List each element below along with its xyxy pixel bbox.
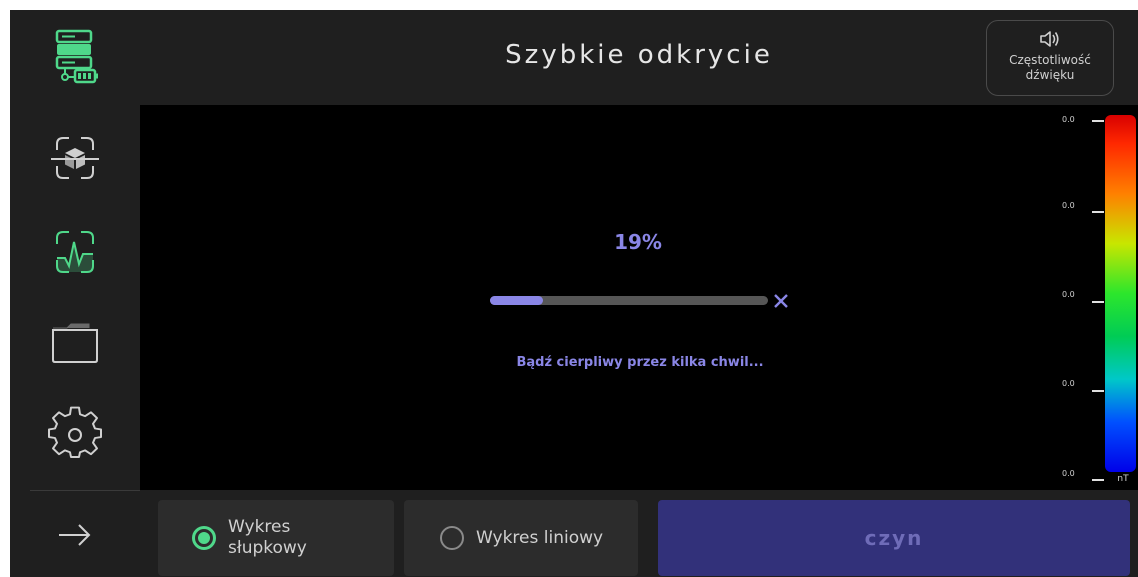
action-button-label: czyn xyxy=(864,526,924,550)
server-battery-icon xyxy=(55,29,98,84)
folder-icon xyxy=(52,323,98,363)
sidebar xyxy=(10,10,140,577)
wait-message: Bądź cierpliwy przez kilka chwil... xyxy=(516,355,764,370)
header: Szybkie odkrycie Częstotliwość dźwięku xyxy=(140,10,1138,105)
scale-label: 0.0 xyxy=(1062,201,1075,210)
sidebar-item-settings[interactable] xyxy=(10,390,140,480)
sound-frequency-label: Częstotliwość dźwięku xyxy=(1009,53,1091,82)
scale-tick xyxy=(1092,211,1104,213)
sidebar-item-device[interactable] xyxy=(10,10,140,100)
radio-unchecked-icon[interactable] xyxy=(440,526,464,550)
gear-icon xyxy=(48,406,102,458)
line-chart-option[interactable]: Wykres liniowy xyxy=(404,500,638,576)
scan-cube-icon xyxy=(51,137,99,179)
action-button[interactable]: czyn xyxy=(658,500,1130,576)
bar-chart-label: Wykres słupkowy xyxy=(228,517,307,558)
scale-label: 0.0 xyxy=(1062,469,1075,478)
scale-unit: nT xyxy=(1117,474,1129,484)
color-scale-bar xyxy=(1105,115,1136,472)
sidebar-item-scan-signal[interactable] xyxy=(10,207,140,297)
bar-chart-option[interactable]: Wykres słupkowy xyxy=(158,500,394,576)
cancel-button[interactable] xyxy=(769,289,793,313)
line-chart-label: Wykres liniowy xyxy=(476,527,604,548)
progress-bar xyxy=(490,296,768,305)
scale-label: 0.0 xyxy=(1062,290,1075,299)
sidebar-item-files[interactable] xyxy=(10,297,140,387)
scale-tick xyxy=(1092,120,1104,122)
sidebar-item-scan-3d[interactable] xyxy=(10,113,140,203)
scan-viewer: 19% Bądź cierpliwy przez kilka chwil... … xyxy=(140,105,1138,490)
close-icon xyxy=(774,294,788,308)
scale-tick xyxy=(1092,390,1104,392)
next-button[interactable] xyxy=(10,493,140,577)
sound-frequency-button[interactable]: Częstotliwość dźwięku xyxy=(986,20,1114,96)
arrow-right-icon xyxy=(59,524,91,546)
speaker-icon xyxy=(1040,31,1059,47)
scan-waveform-icon xyxy=(56,231,94,273)
bottom-bar: Wykres słupkowy Wykres liniowy czyn xyxy=(140,490,1138,577)
progress-percent: 19% xyxy=(614,230,662,254)
radio-checked-icon[interactable] xyxy=(192,526,216,550)
sidebar-divider xyxy=(30,490,140,491)
scale-tick xyxy=(1092,479,1104,481)
scale-tick xyxy=(1092,301,1104,303)
scale-label: 0.0 xyxy=(1062,379,1075,388)
scale-label: 0.0 xyxy=(1062,115,1075,124)
app-screen: Szybkie odkrycie Częstotliwość dźwięku 1… xyxy=(10,10,1138,577)
progress-fill xyxy=(490,296,543,305)
